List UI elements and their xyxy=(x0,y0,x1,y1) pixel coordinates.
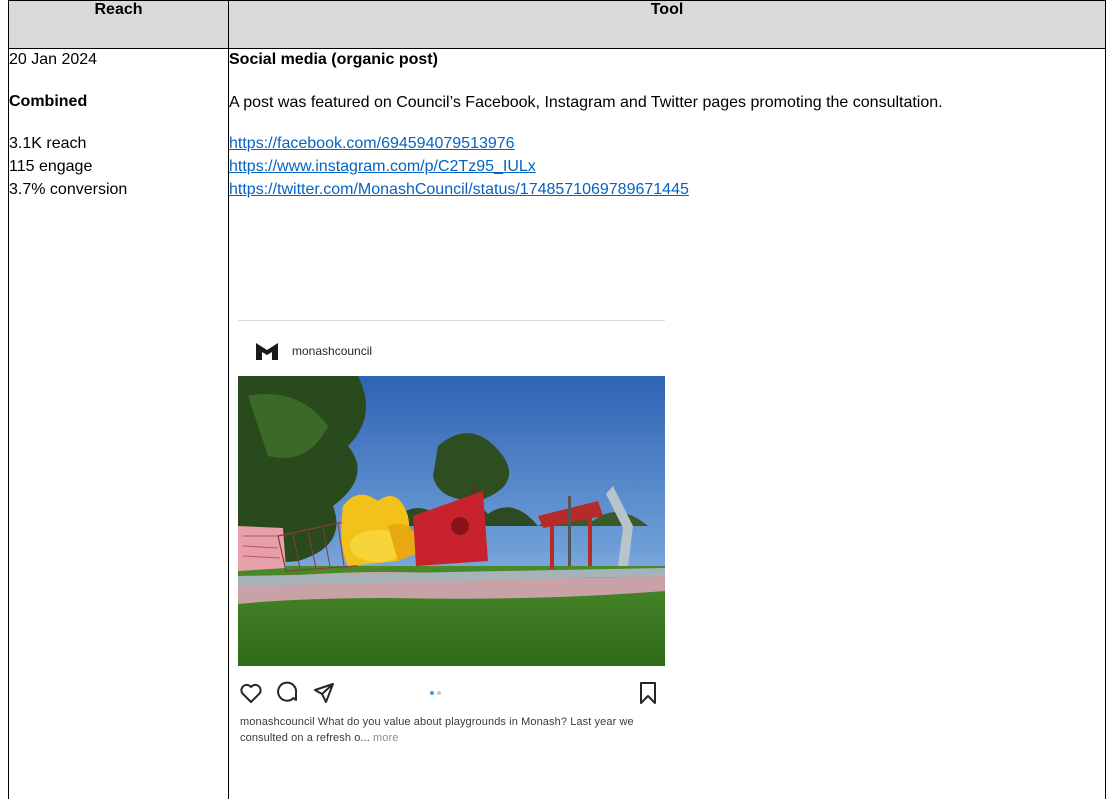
post-divider xyxy=(238,320,665,321)
twitter-link[interactable]: https://twitter.com/MonashCouncil/status… xyxy=(229,178,1105,201)
bookmark-icon[interactable] xyxy=(636,681,660,705)
post-header: monashcouncil xyxy=(256,341,372,361)
reach-stats: 3.1K reach 115 engage 3.7% conversion xyxy=(9,132,228,201)
playground-photo xyxy=(238,376,665,666)
post-caption-text: monashcouncil What do you value about pl… xyxy=(240,716,634,744)
reach-date: 20 Jan 2024 xyxy=(9,51,98,68)
monash-logo-icon xyxy=(256,343,278,360)
instagram-link[interactable]: https://www.instagram.com/p/C2Tz95_IULx xyxy=(229,155,1105,178)
tool-links: https://facebook.com/694594079513976 htt… xyxy=(229,132,1105,201)
post-actions-bar xyxy=(238,677,665,707)
instagram-post-screenshot: monashcouncil monashcouncil What do you … xyxy=(238,320,665,770)
carousel-indicator xyxy=(430,691,441,695)
conversion-stat: 3.7% conversion xyxy=(9,181,128,198)
carousel-dot-active xyxy=(430,691,434,695)
engage-stat: 115 engage xyxy=(9,158,93,175)
header-row: Reach Tool xyxy=(8,0,1106,49)
facebook-link[interactable]: https://facebook.com/694594079513976 xyxy=(229,132,1105,155)
caption-more-link[interactable]: more xyxy=(373,732,398,744)
reach-combined-heading: Combined xyxy=(9,93,88,110)
post-caption: monashcouncil What do you value about pl… xyxy=(240,714,665,746)
reach-column-header: Reach xyxy=(8,0,229,49)
post-username[interactable]: monashcouncil xyxy=(292,344,372,358)
tool-column-header: Tool xyxy=(228,0,1106,49)
tool-description: A post was featured on Council’s Faceboo… xyxy=(229,94,943,111)
heart-icon[interactable] xyxy=(239,681,263,705)
reach-cell: 20 Jan 2024 Combined 3.1K reach 115 enga… xyxy=(8,48,229,799)
reach-stat: 3.1K reach xyxy=(9,135,87,152)
tool-title: Social media (organic post) xyxy=(229,51,438,68)
carousel-dot xyxy=(437,691,441,695)
comment-icon[interactable] xyxy=(276,681,300,705)
share-icon[interactable] xyxy=(312,681,336,705)
